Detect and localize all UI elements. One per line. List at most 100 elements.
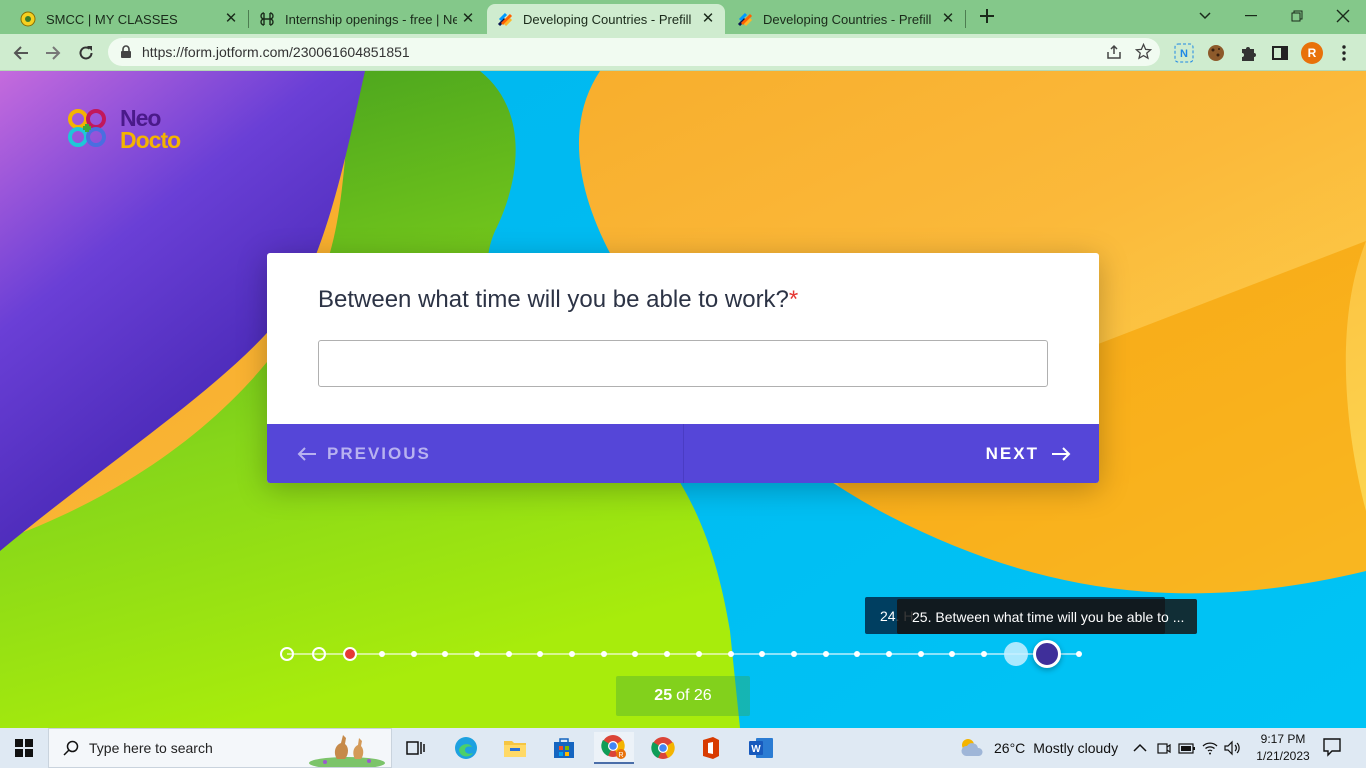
store-icon — [554, 738, 574, 758]
svg-text:N: N — [1180, 48, 1188, 60]
progress-dot-26[interactable] — [1076, 651, 1082, 657]
tab-close-icon[interactable]: ✕ — [939, 10, 957, 28]
browser-tab-jotform-2[interactable]: Developing Countries - Prefill fro ✕ — [727, 4, 965, 34]
notification-center-button[interactable] — [1322, 737, 1342, 762]
progress-dot-4[interactable] — [379, 651, 386, 657]
extensions-puzzle-icon[interactable] — [1237, 42, 1259, 64]
word-icon: W — [749, 738, 773, 758]
meet-now-icon[interactable] — [1156, 740, 1172, 756]
progress-dot-15[interactable] — [727, 651, 734, 657]
minimize-button[interactable] — [1231, 4, 1271, 28]
system-clock[interactable]: 9:17 PM 1/21/2023 — [1252, 731, 1314, 765]
forward-button[interactable] — [40, 40, 66, 66]
progress-dot-8[interactable] — [505, 651, 512, 657]
arrow-right-icon — [1052, 446, 1071, 461]
weather-temp: 26°C — [994, 740, 1026, 756]
chrome-app[interactable] — [643, 732, 683, 764]
task-view-button[interactable] — [396, 732, 436, 764]
volume-icon[interactable] — [1224, 740, 1242, 756]
search-placeholder: Type here to search — [89, 740, 213, 756]
logo-line-1: Neo — [120, 105, 161, 131]
extension-n-icon[interactable]: N — [1173, 42, 1195, 64]
chrome-app-profile[interactable]: R — [594, 732, 634, 764]
restore-icon — [1291, 10, 1303, 22]
kangaroo-illustration-icon — [309, 735, 385, 767]
browser-menu-button[interactable] — [1333, 42, 1355, 64]
current-page: 25 — [654, 687, 673, 704]
reload-button[interactable] — [73, 40, 99, 66]
progress-track — [287, 653, 1079, 655]
arrow-left-icon — [297, 446, 316, 461]
browser-toolbar: https://form.jotform.com/230061604851851… — [0, 34, 1366, 71]
battery-icon[interactable] — [1178, 741, 1196, 755]
neodocto-logo: Neo Docto — [66, 105, 181, 153]
progress-dot-20[interactable] — [885, 651, 892, 657]
task-view-icon — [406, 741, 425, 755]
chrome-icon — [651, 737, 675, 759]
progress-dot-21[interactable] — [917, 651, 924, 657]
system-tray — [1130, 728, 1242, 768]
progress-dot-18[interactable] — [822, 651, 829, 657]
next-button[interactable]: NEXT — [683, 424, 1099, 483]
back-button[interactable] — [8, 40, 34, 66]
svg-text:R: R — [618, 752, 623, 759]
progress-dot-24[interactable] — [1003, 642, 1028, 666]
progress-dot-1[interactable] — [280, 647, 294, 661]
tab-close-icon[interactable]: ✕ — [222, 10, 240, 28]
question-tooltip: 25. Between what time will you be able t… — [897, 599, 1197, 634]
next-label: NEXT — [985, 443, 1039, 463]
svg-text:W: W — [751, 744, 761, 755]
file-explorer-app[interactable] — [495, 732, 535, 764]
restore-button[interactable] — [1277, 4, 1317, 28]
progress-dot-23[interactable] — [980, 651, 987, 657]
progress-dot-11[interactable] — [600, 651, 607, 657]
tab-close-icon[interactable]: ✕ — [459, 10, 477, 28]
wifi-icon[interactable] — [1202, 741, 1218, 755]
logo-wordmark: Neo Docto — [120, 105, 181, 152]
command-favicon-icon — [259, 11, 275, 27]
reload-icon — [79, 46, 93, 60]
edge-app[interactable] — [446, 732, 486, 764]
answer-input[interactable] — [318, 340, 1048, 387]
taskbar-search-box[interactable]: Type here to search — [48, 728, 392, 768]
edge-icon — [455, 737, 477, 759]
cloudy-weather-icon — [961, 739, 983, 756]
minimize-icon — [1245, 15, 1257, 17]
word-app[interactable]: W — [741, 732, 781, 764]
side-panel-icon[interactable] — [1269, 42, 1291, 64]
weather-description: Mostly cloudy — [1033, 740, 1119, 756]
neodocto-logo-icon — [68, 109, 106, 147]
kebab-menu-icon — [1342, 45, 1346, 61]
progress-dot-5[interactable] — [410, 651, 417, 657]
progress-dot-14[interactable] — [695, 651, 702, 657]
microsoft-store-app[interactable] — [544, 732, 584, 764]
progress-dot-17[interactable] — [790, 651, 797, 657]
question-text: Between what time will you be able to wo… — [318, 286, 789, 313]
jotform-favicon-icon — [497, 11, 513, 27]
office-icon — [703, 737, 719, 759]
cookie-extension-icon[interactable] — [1205, 42, 1227, 64]
weather-widget[interactable]: 26°C Mostly cloudy — [958, 728, 1118, 768]
start-button[interactable] — [0, 728, 48, 768]
browser-tab-bar: SMCC | MY CLASSES ✕ Internship openings … — [0, 0, 1366, 34]
office-app[interactable] — [691, 732, 731, 764]
page-counter: 25 of 26 — [616, 676, 750, 716]
browser-tab-internship[interactable]: Internship openings - free | Neo ✕ — [249, 4, 485, 34]
share-icon[interactable] — [1106, 44, 1122, 60]
tab-title: SMCC | MY CLASSES — [46, 11, 178, 27]
chrome-icon: R — [601, 735, 626, 759]
browser-tab-active[interactable]: Developing Countries - Prefill fro ✕ — [487, 4, 725, 34]
chevron-up-icon[interactable] — [1133, 743, 1147, 753]
address-bar[interactable]: https://form.jotform.com/230061604851851 — [108, 38, 1160, 66]
card-navigation: PREVIOUS NEXT — [267, 424, 1099, 483]
browser-tab-smcc[interactable]: SMCC | MY CLASSES ✕ — [10, 4, 248, 34]
tab-search-button[interactable] — [1185, 4, 1225, 28]
windows-logo-icon — [15, 739, 33, 757]
previous-button[interactable]: PREVIOUS — [267, 424, 683, 483]
profile-avatar[interactable]: R — [1301, 42, 1323, 64]
new-tab-button[interactable] — [967, 4, 1007, 28]
window-close-button[interactable] — [1323, 4, 1363, 28]
tab-close-icon[interactable]: ✕ — [699, 10, 717, 28]
progress-dot-2[interactable] — [311, 647, 326, 661]
bookmark-star-icon[interactable] — [1135, 43, 1152, 60]
